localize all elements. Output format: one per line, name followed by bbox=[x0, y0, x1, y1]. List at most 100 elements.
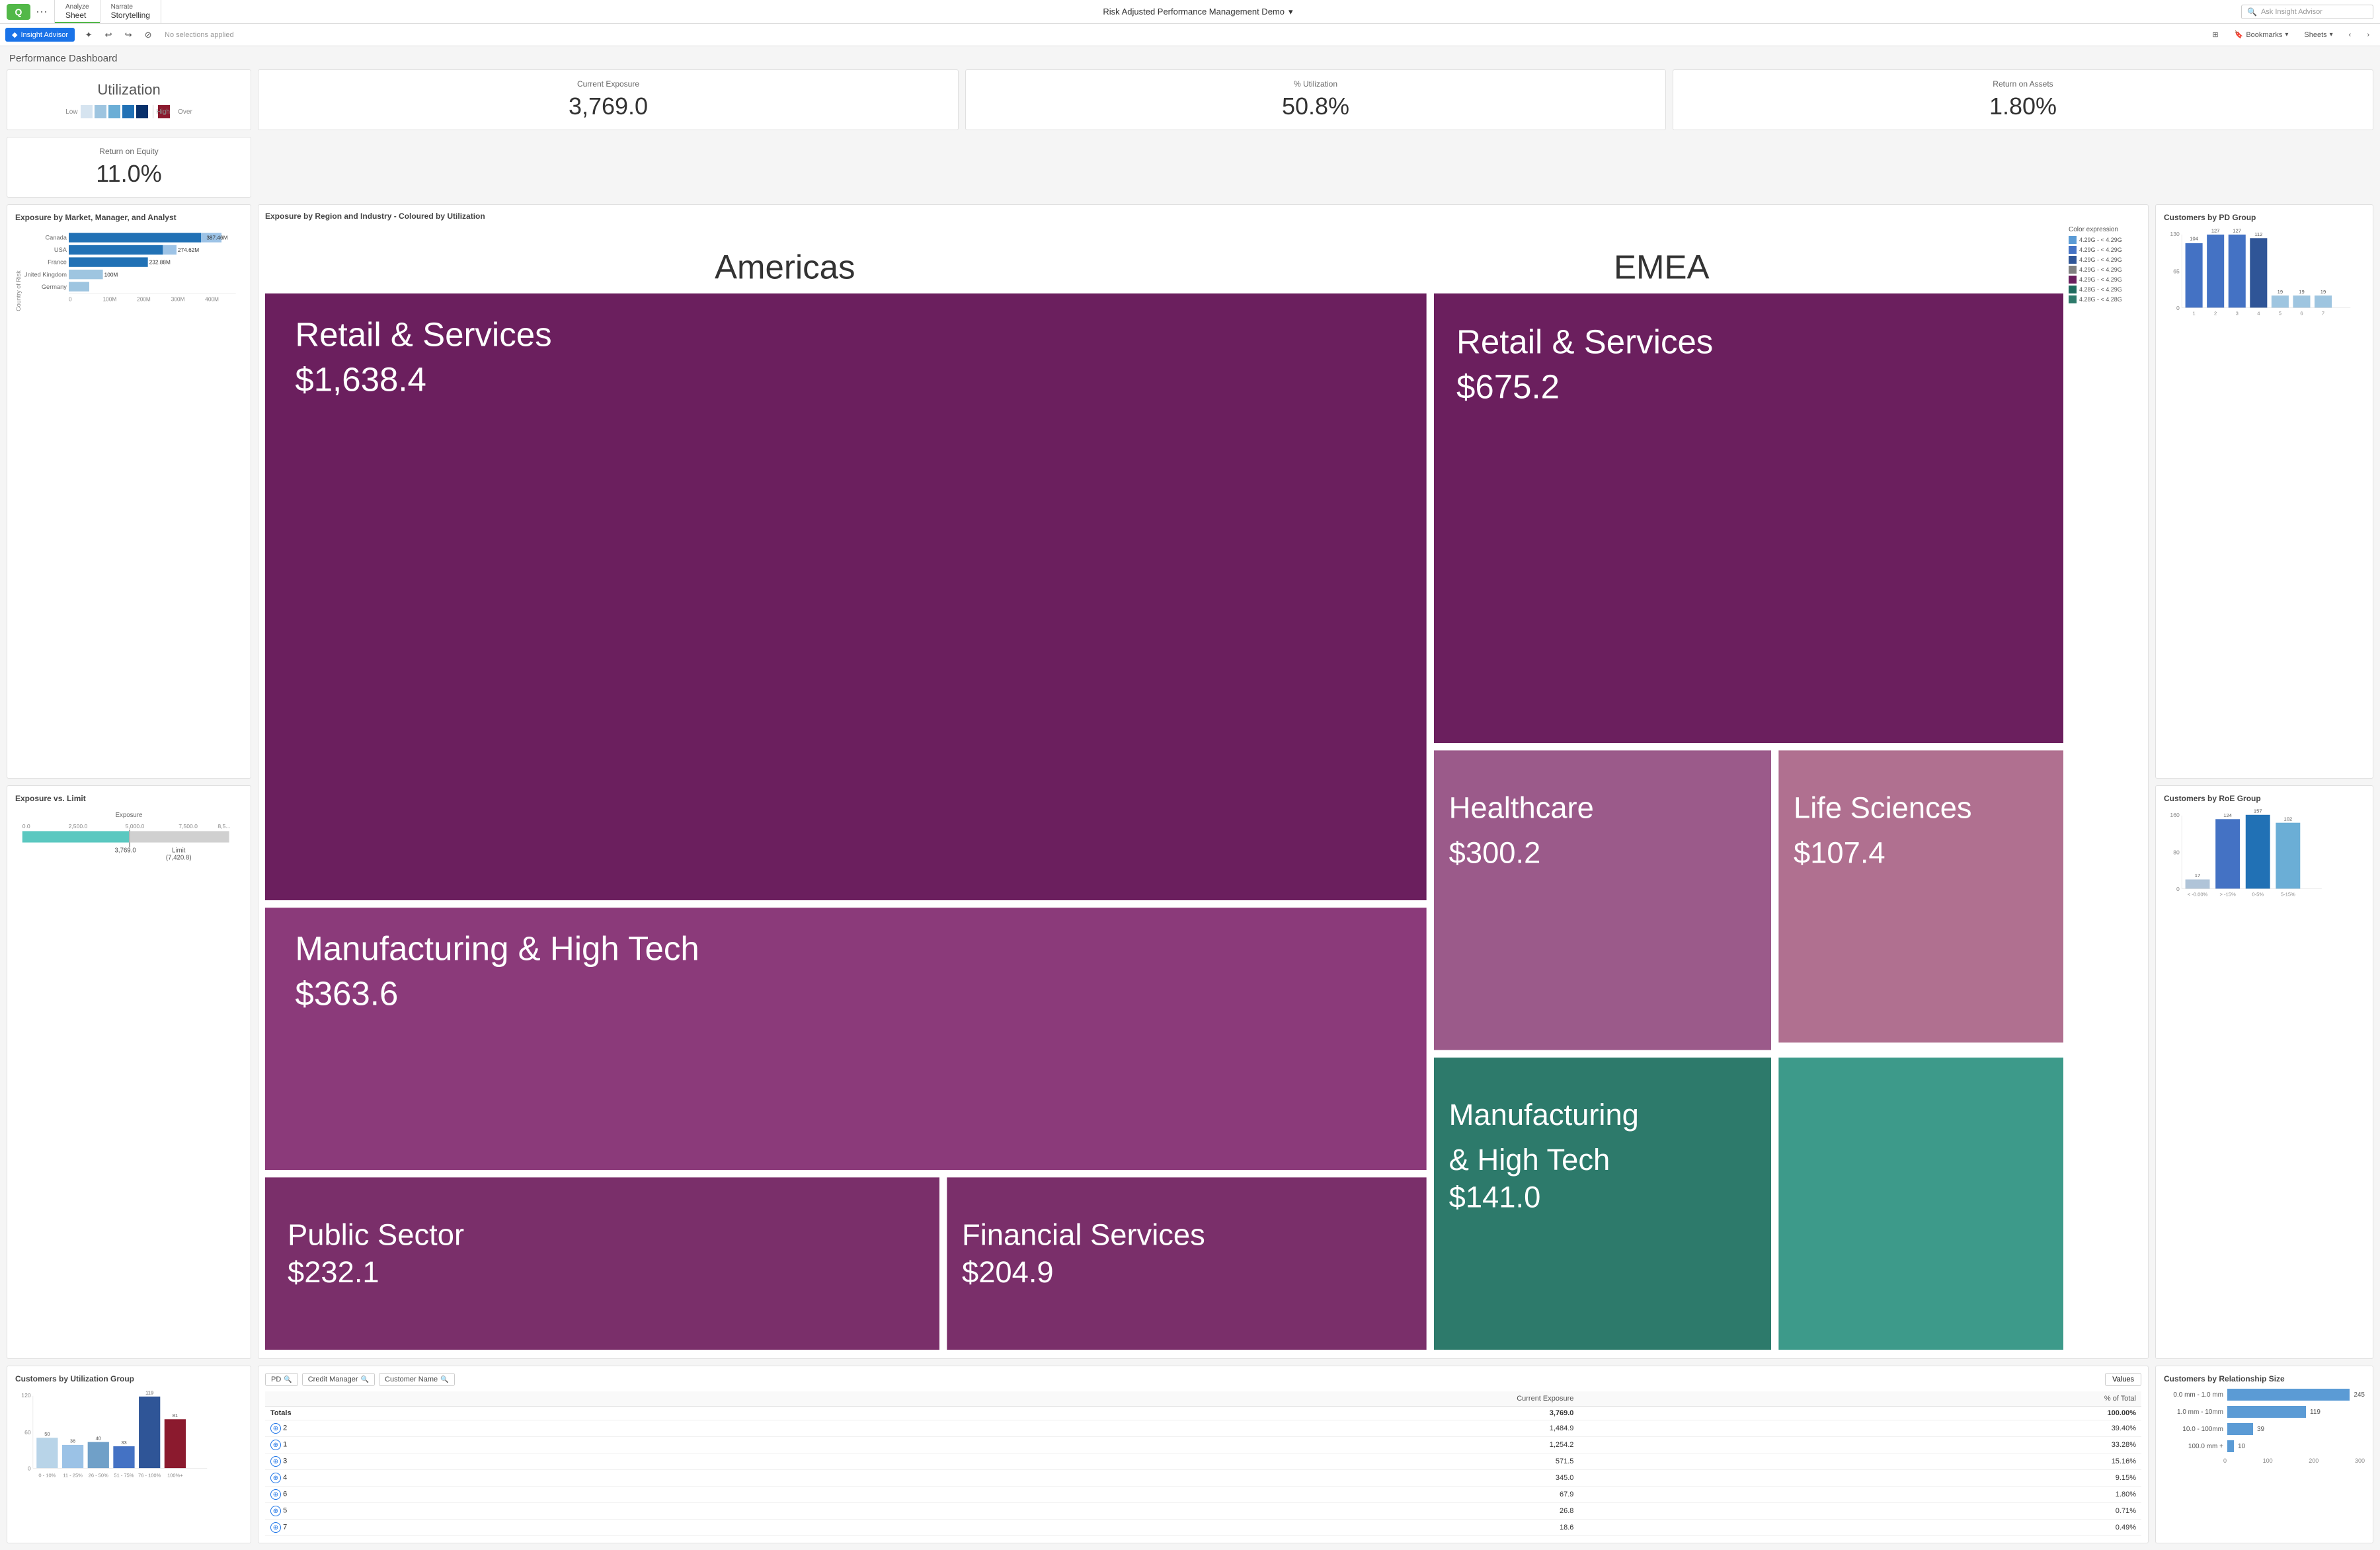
expand-icon-3[interactable]: ⊕ bbox=[270, 1456, 281, 1467]
americas-retail[interactable] bbox=[265, 293, 1427, 900]
table-row: ⊕ 7 18.6 0.49% bbox=[265, 1520, 2141, 1536]
legend-label-2: 4.29G - < 4.29G bbox=[2079, 247, 2122, 253]
svg-text:Manufacturing: Manufacturing bbox=[1449, 1098, 1639, 1132]
exposure-by-market-title: Exposure by Market, Manager, and Analyst bbox=[15, 213, 243, 222]
pd-bar-2[interactable] bbox=[2207, 235, 2224, 308]
util-bar-0-10[interactable] bbox=[36, 1438, 58, 1468]
insight-advisor-button[interactable]: ◆ Insight Advisor bbox=[5, 28, 75, 42]
bar-uk[interactable] bbox=[69, 270, 103, 279]
magic-wand-icon[interactable]: ✦ bbox=[80, 26, 97, 44]
expand-icon-2[interactable]: ⊕ bbox=[270, 1423, 281, 1434]
insight-advisor-icon: ◆ bbox=[12, 30, 17, 39]
clear-icon[interactable]: ⊘ bbox=[139, 26, 157, 44]
svg-text:5,000.0: 5,000.0 bbox=[126, 823, 145, 830]
legend-item-7: 4.28G - < 4.28G bbox=[2069, 295, 2141, 303]
customers-pd-svg: 130 65 0 104 127 127 112 19 bbox=[2164, 227, 2365, 321]
expand-icon-5[interactable]: ⊕ bbox=[270, 1506, 281, 1516]
svg-text:2,500.0: 2,500.0 bbox=[69, 823, 88, 830]
pd-bar-1[interactable] bbox=[2186, 243, 2203, 308]
svg-text:127: 127 bbox=[2233, 228, 2241, 234]
roe-bar-1[interactable] bbox=[2186, 879, 2210, 888]
bookmarks-btn[interactable]: 🔖 Bookmarks ▾ bbox=[2229, 28, 2294, 41]
legend-label-3: 4.29G - < 4.29G bbox=[2079, 256, 2122, 263]
grid-view-btn[interactable]: ⊞ bbox=[2207, 28, 2223, 41]
prev-sheet-btn[interactable]: ‹ bbox=[2344, 29, 2357, 41]
bar-germany[interactable] bbox=[69, 282, 89, 291]
credit-manager-filter-pill[interactable]: Credit Manager 🔍 bbox=[302, 1373, 375, 1386]
exposure-bar[interactable] bbox=[22, 831, 129, 842]
emea-small[interactable] bbox=[1778, 1058, 2063, 1350]
svg-text:Life Sciences: Life Sciences bbox=[1794, 791, 1972, 824]
tab-analyze-sheet[interactable]: Analyze Sheet bbox=[55, 0, 100, 23]
page-title: Performance Dashboard bbox=[9, 53, 117, 64]
customers-roe-title: Customers by RoE Group bbox=[2164, 794, 2365, 803]
svg-text:65: 65 bbox=[2173, 268, 2180, 274]
pd-bar-4[interactable] bbox=[2250, 238, 2267, 307]
totals-pct: 100.00% bbox=[1579, 1407, 2141, 1420]
left-col: Exposure by Market, Manager, and Analyst… bbox=[7, 204, 251, 1359]
roe-bar-3[interactable] bbox=[2246, 814, 2270, 888]
legend-item-5: 4.29G - < 4.29G bbox=[2069, 276, 2141, 284]
over-label: Over bbox=[178, 108, 192, 116]
kpi-roa-label: Return on Assets bbox=[1993, 79, 2053, 89]
rel-bar-fill-4[interactable] bbox=[2227, 1440, 2234, 1452]
rel-bar-fill-2[interactable] bbox=[2227, 1406, 2306, 1418]
kpi-roa-value: 1.80% bbox=[1989, 93, 2057, 120]
expand-icon-6[interactable]: ⊕ bbox=[270, 1489, 281, 1500]
forward-icon[interactable]: ↪ bbox=[120, 26, 137, 44]
svg-text:Exposure: Exposure bbox=[116, 811, 143, 818]
customer-name-filter-pill[interactable]: Customer Name 🔍 bbox=[379, 1373, 455, 1386]
util-bar-76-100[interactable] bbox=[139, 1397, 160, 1469]
svg-text:3: 3 bbox=[2236, 310, 2239, 316]
svg-text:Americas: Americas bbox=[715, 248, 855, 286]
pd-filter-pill[interactable]: PD 🔍 bbox=[265, 1373, 298, 1386]
mid-section: Exposure by Market, Manager, and Analyst… bbox=[0, 204, 2380, 1366]
kpi-roe-value: 11.0% bbox=[96, 160, 161, 188]
filter-pills-row: PD 🔍 Credit Manager 🔍 Customer Name 🔍 Va… bbox=[265, 1373, 2141, 1386]
pd-bar-6[interactable] bbox=[2293, 295, 2310, 307]
svg-text:& High Tech: & High Tech bbox=[1449, 1143, 1610, 1177]
pd-bar-3[interactable] bbox=[2229, 235, 2246, 308]
rel-bar-item-1: 0.0 mm - 1.0 mm 245 bbox=[2164, 1389, 2365, 1401]
svg-text:Germany: Germany bbox=[42, 284, 67, 290]
qlik-logo[interactable]: Q bbox=[7, 4, 30, 20]
util-bar-26-50[interactable] bbox=[88, 1442, 109, 1469]
roe-bar-2[interactable] bbox=[2215, 819, 2240, 888]
rel-x-axis: 0 100 200 300 bbox=[2223, 1457, 2365, 1464]
customers-pd-title: Customers by PD Group bbox=[2164, 213, 2365, 222]
roe-bar-4[interactable] bbox=[2276, 822, 2300, 888]
bar-canada[interactable] bbox=[69, 233, 201, 242]
util-box-1 bbox=[81, 105, 93, 118]
expand-icon-1[interactable]: ⊕ bbox=[270, 1440, 281, 1450]
limit-bar bbox=[130, 831, 229, 842]
top-nav: Q ··· Analyze Sheet Narrate Storytelling… bbox=[0, 0, 2380, 24]
util-bar-51-75[interactable] bbox=[113, 1446, 134, 1468]
pd-bar-7[interactable] bbox=[2315, 295, 2332, 307]
exposure-vs-limit-card: Exposure vs. Limit Exposure 0.0 2,500.0 … bbox=[7, 785, 251, 1360]
svg-text:0: 0 bbox=[69, 296, 72, 302]
util-bar-11-25[interactable] bbox=[62, 1445, 83, 1468]
more-options-icon[interactable]: ··· bbox=[36, 5, 48, 19]
expand-icon-7[interactable]: ⊕ bbox=[270, 1522, 281, 1533]
sheets-btn[interactable]: Sheets ▾ bbox=[2299, 29, 2338, 41]
credit-manager-filter-label: Credit Manager bbox=[308, 1376, 358, 1383]
table-row: ⊕ 3 571.5 15.16% bbox=[265, 1453, 2141, 1470]
util-bar-100plus[interactable] bbox=[165, 1419, 186, 1468]
tab-analyze-label: Analyze bbox=[65, 3, 89, 11]
rel-bar-fill-3[interactable] bbox=[2227, 1423, 2253, 1435]
rel-bar-fill-1[interactable] bbox=[2227, 1389, 2350, 1401]
svg-text:$363.6: $363.6 bbox=[295, 975, 398, 1013]
tab-narrate-storytelling[interactable]: Narrate Storytelling bbox=[100, 0, 161, 23]
expand-icon-4[interactable]: ⊕ bbox=[270, 1473, 281, 1483]
exposure-vs-limit-svg: Exposure 0.0 2,500.0 5,000.0 7,500.0 8,5… bbox=[15, 808, 243, 865]
pd-bar-5[interactable] bbox=[2272, 295, 2289, 307]
ask-insight-search[interactable]: 🔍 Ask Insight Advisor bbox=[2241, 5, 2373, 19]
dropdown-icon[interactable]: ▾ bbox=[1289, 7, 1293, 17]
bar-france[interactable] bbox=[69, 257, 148, 266]
back-icon[interactable]: ↩ bbox=[100, 26, 117, 44]
toolbar-icons: ✦ ↩ ↪ ⊘ bbox=[80, 26, 157, 44]
values-button[interactable]: Values bbox=[2105, 1373, 2141, 1386]
bar-usa[interactable] bbox=[69, 245, 163, 254]
emea-retail[interactable] bbox=[1434, 293, 2063, 743]
next-sheet-btn[interactable]: › bbox=[2361, 29, 2375, 41]
